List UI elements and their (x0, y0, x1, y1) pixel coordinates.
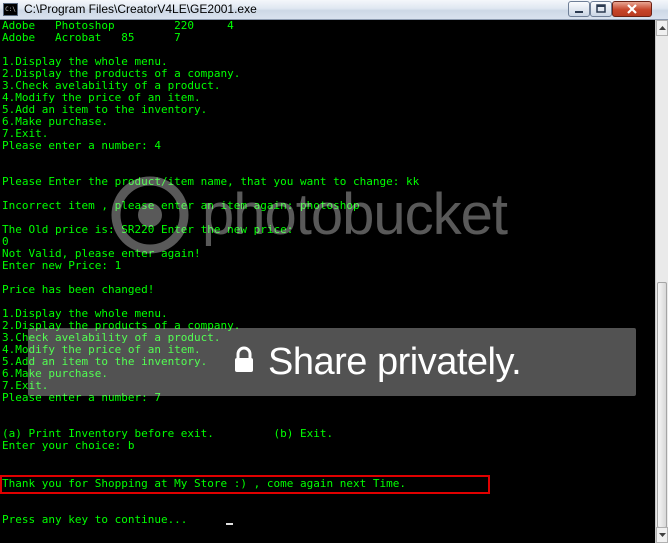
console-line: Adobe Acrobat 85 7 (2, 31, 181, 44)
window-title: C:\Program Files\CreatorV4LE\GE2001.exe (24, 2, 257, 16)
console-output[interactable]: Adobe Photoshop 220 4 Adobe Acrobat 85 7… (0, 20, 655, 543)
console-app-icon[interactable]: C:\ (3, 3, 18, 16)
title-bar[interactable]: C:\ C:\Program Files\CreatorV4LE\GE2001.… (0, 0, 668, 20)
press-any-key-line: Press any key to continue... (2, 513, 188, 526)
scroll-down-button[interactable] (656, 527, 668, 543)
vertical-scrollbar[interactable] (655, 20, 668, 543)
console-line: Price has been changed! (2, 283, 155, 296)
watermark-brand: photobucket (202, 182, 508, 247)
maximize-icon (596, 4, 606, 13)
lock-icon (235, 346, 253, 372)
scrollbar-thumb[interactable] (657, 282, 667, 528)
scroll-up-button[interactable] (656, 20, 668, 36)
arrow-up-icon (659, 26, 666, 30)
console-window: C:\ C:\Program Files\CreatorV4LE\GE2001.… (0, 0, 668, 543)
camera-icon (111, 176, 189, 254)
minimize-icon (575, 11, 583, 13)
console-line: Please enter a number: 4 (2, 139, 161, 152)
console-line: Enter your choice: b (2, 439, 135, 452)
highlight-box (0, 475, 490, 494)
close-icon (627, 4, 637, 14)
photobucket-watermark: photobucket (110, 175, 530, 265)
text-cursor (226, 523, 233, 525)
console-line: Enter new Price: 1 (2, 259, 122, 272)
maximize-button[interactable] (590, 1, 612, 17)
arrow-down-icon (659, 533, 666, 537)
close-button[interactable] (612, 1, 652, 17)
share-privately-text: Share privately. (268, 341, 522, 383)
minimize-button[interactable] (568, 1, 590, 17)
